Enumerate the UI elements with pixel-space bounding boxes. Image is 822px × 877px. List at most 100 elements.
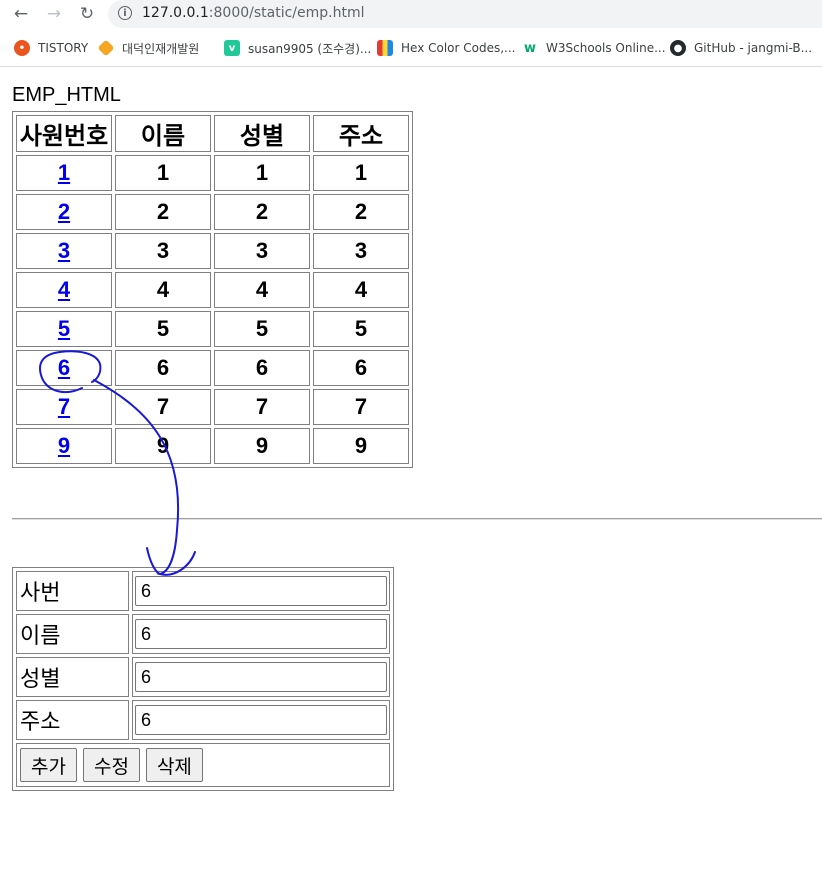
github-icon: ● [670,40,686,56]
cell-name: 3 [115,233,211,269]
bookmark-label: Hex Color Codes,... [401,41,516,55]
forward-arrow-icon[interactable]: → [42,3,66,25]
browser-toolbar: ← → ↻ i 127.0.0.1:8000/static/emp.html [0,0,822,30]
header-gender: 성별 [214,115,310,152]
cell-emp-no: 6 [16,350,112,386]
emp-link-2[interactable]: 2 [58,199,70,224]
bookmark-w3schools[interactable]: w W3Schools Online... [522,38,666,58]
gender-input[interactable] [135,662,387,692]
emp-no-cell [132,571,390,611]
cell-address: 7 [313,389,409,425]
cell-address: 5 [313,311,409,347]
bookmark-label: W3Schools Online... [546,41,666,55]
cell-name: 1 [115,155,211,191]
add-button[interactable]: 추가 [20,748,77,782]
cell-name: 9 [115,428,211,464]
url-path: :8000/static/emp.html [208,5,365,21]
form-row-buttons: 추가 수정 삭제 [16,743,390,787]
bookmark-label: GitHub - jangmi-B... [694,41,813,55]
cell-gender: 4 [214,272,310,308]
bookmark-label: TISTORY [38,41,89,55]
emp-link-9[interactable]: 9 [58,433,70,458]
table-row: 2 2 2 2 [16,194,409,230]
emp-link-4[interactable]: 4 [58,277,70,302]
bookmark-label: susan9905 (조수경)... [248,41,372,56]
cell-gender: 9 [214,428,310,464]
cell-gender: 2 [214,194,310,230]
emp-link-7[interactable]: 7 [58,394,70,419]
cell-emp-no: 9 [16,428,112,464]
cell-name: 2 [115,194,211,230]
bookmark-github[interactable]: ● GitHub - jangmi-B... [670,38,812,58]
back-arrow-icon[interactable]: ← [9,3,33,25]
url-text: 127.0.0.1:8000/static/emp.html [142,5,365,21]
cell-emp-no: 3 [16,233,112,269]
cell-gender: 5 [214,311,310,347]
tistory-icon: • [14,40,30,56]
cell-emp-no: 2 [16,194,112,230]
cell-address: 4 [313,272,409,308]
table-header-row: 사원번호 이름 성별 주소 [16,115,409,152]
bookmark-velog[interactable]: v susan9905 (조수경)... [224,38,371,58]
address-bar[interactable]: i 127.0.0.1:8000/static/emp.html [108,0,822,28]
gender-cell [132,657,390,697]
address-cell [132,700,390,740]
cell-emp-no: 4 [16,272,112,308]
cell-name: 5 [115,311,211,347]
cell-address: 9 [313,428,409,464]
table-row: 3 3 3 3 [16,233,409,269]
cell-name: 7 [115,389,211,425]
emp-no-label: 사번 [16,571,129,611]
emp-form: 사번 이름 성별 주소 추가수정삭제 [12,567,394,791]
divider [12,518,822,520]
header-address: 주소 [313,115,409,152]
emp-link-1[interactable]: 1 [58,160,70,185]
bookmark-hexcolor[interactable]: Hex Color Codes,... [377,38,516,58]
cell-emp-no: 1 [16,155,112,191]
cell-gender: 1 [214,155,310,191]
name-cell [132,614,390,654]
table-row: 9 9 9 9 [16,428,409,464]
color-book-icon [377,40,393,56]
bookmark-daedeok[interactable]: 대덕인재개발원 [97,38,200,58]
emp-link-3[interactable]: 3 [58,238,70,263]
emp-link-5[interactable]: 5 [58,316,70,341]
address-input[interactable] [135,705,387,735]
cell-name: 4 [115,272,211,308]
cell-address: 3 [313,233,409,269]
emp-no-input[interactable] [135,576,387,606]
cell-address: 1 [313,155,409,191]
header-name: 이름 [115,115,211,152]
page-title: EMP_HTML [12,84,121,106]
emp-link-6[interactable]: 6 [58,355,70,380]
cell-emp-no: 7 [16,389,112,425]
bookmark-tistory[interactable]: • TISTORY [14,38,88,58]
reload-icon[interactable]: ↻ [75,3,99,25]
gender-label: 성별 [16,657,129,697]
cell-gender: 6 [214,350,310,386]
form-row-emp-no: 사번 [16,571,390,611]
address-label: 주소 [16,700,129,740]
cell-emp-no: 5 [16,311,112,347]
table-row: 4 4 4 4 [16,272,409,308]
url-host: 127.0.0.1 [142,5,209,21]
delete-button[interactable]: 삭제 [145,748,203,782]
buttons-cell: 추가 수정 삭제 [16,743,390,787]
w3schools-icon: w [523,40,536,56]
velog-icon: v [224,40,240,56]
edit-button[interactable]: 수정 [82,748,140,782]
table-row: 5 5 5 5 [16,311,409,347]
bookmarks-bar: • TISTORY 대덕인재개발원 v susan9905 (조수경)... H… [0,36,822,60]
table-row: 1 1 1 1 [16,155,409,191]
daedeok-logo-icon [97,39,115,57]
cell-gender: 7 [214,389,310,425]
cell-name: 6 [115,350,211,386]
emp-table: 사원번호 이름 성별 주소 1 1 1 1 2 2 2 2 3 3 3 3 4 … [12,111,413,468]
bookmark-label: 대덕인재개발원 [122,41,200,56]
info-icon[interactable]: i [118,6,132,20]
form-row-address: 주소 [16,700,390,740]
form-row-gender: 성별 [16,657,390,697]
name-input[interactable] [135,619,387,649]
browser-chrome: ← → ↻ i 127.0.0.1:8000/static/emp.html •… [0,0,822,67]
table-row: 6 6 6 6 [16,350,409,386]
